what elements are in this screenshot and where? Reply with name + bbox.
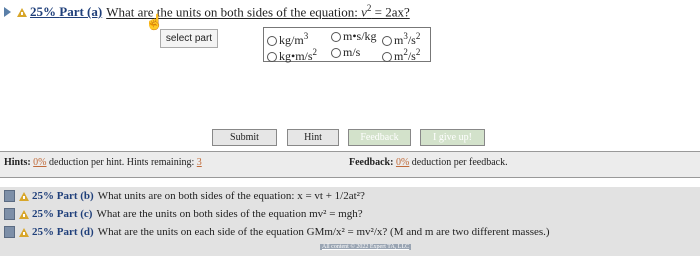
warning-icon [19,227,29,237]
part-a-header: 25% Part (a) What are the units on both … [4,3,410,21]
choice-m-per-s[interactable]: m/s [331,45,360,60]
document-icon [4,190,15,202]
document-icon [4,208,15,220]
feedback-button: Feedback [348,129,411,146]
radio-button[interactable] [382,52,392,63]
other-parts-list: 25% Part (b) What units are on both side… [0,187,700,256]
choice-m-s-per-kg[interactable]: m•s/kg [331,29,377,44]
document-icon [4,226,15,238]
feedback-info: Feedback: 0% deduction per feedback. [349,157,508,168]
part-c-row[interactable]: 25% Part (c) What are the units on both … [4,206,363,222]
submit-button[interactable]: Submit [212,129,277,146]
part-d-row[interactable]: 25% Part (d) What are the units on each … [4,224,550,240]
hint-button[interactable]: Hint [287,129,339,146]
give-up-button: I give up! [420,129,485,146]
hints-remaining: 3 [196,157,202,168]
radio-button[interactable] [331,32,341,43]
warning-icon [19,191,29,201]
select-part-button[interactable]: select part [160,29,218,48]
part-b-row[interactable]: 25% Part (b) What units are on both side… [4,188,365,204]
radio-button[interactable] [267,52,277,63]
expand-triangle-icon[interactable] [4,7,11,17]
copyright-footer[interactable]: All content © 2022 Expert TA, LLC [320,244,412,250]
warning-icon [19,209,29,219]
warning-icon [17,7,27,17]
hints-feedback-bar: Hints: 0% deduction per hint. Hints rema… [0,151,700,178]
answer-choices: kg/m3 m•s/kg m3/s2 kg•m/s2 m/s m2/s2 [263,27,431,63]
radio-button[interactable] [331,48,341,59]
choice-kg-m-per-s2[interactable]: kg•m/s2 [267,45,317,63]
choice-m2-per-s2[interactable]: m2/s2 [382,45,420,63]
part-a-title: 25% Part (a) [30,4,103,19]
choice-kg-per-m3[interactable]: kg/m3 [267,29,308,47]
choice-m3-per-s2[interactable]: m3/s2 [382,29,420,47]
hints-info: Hints: 0% deduction per hint. Hints rema… [4,157,202,168]
